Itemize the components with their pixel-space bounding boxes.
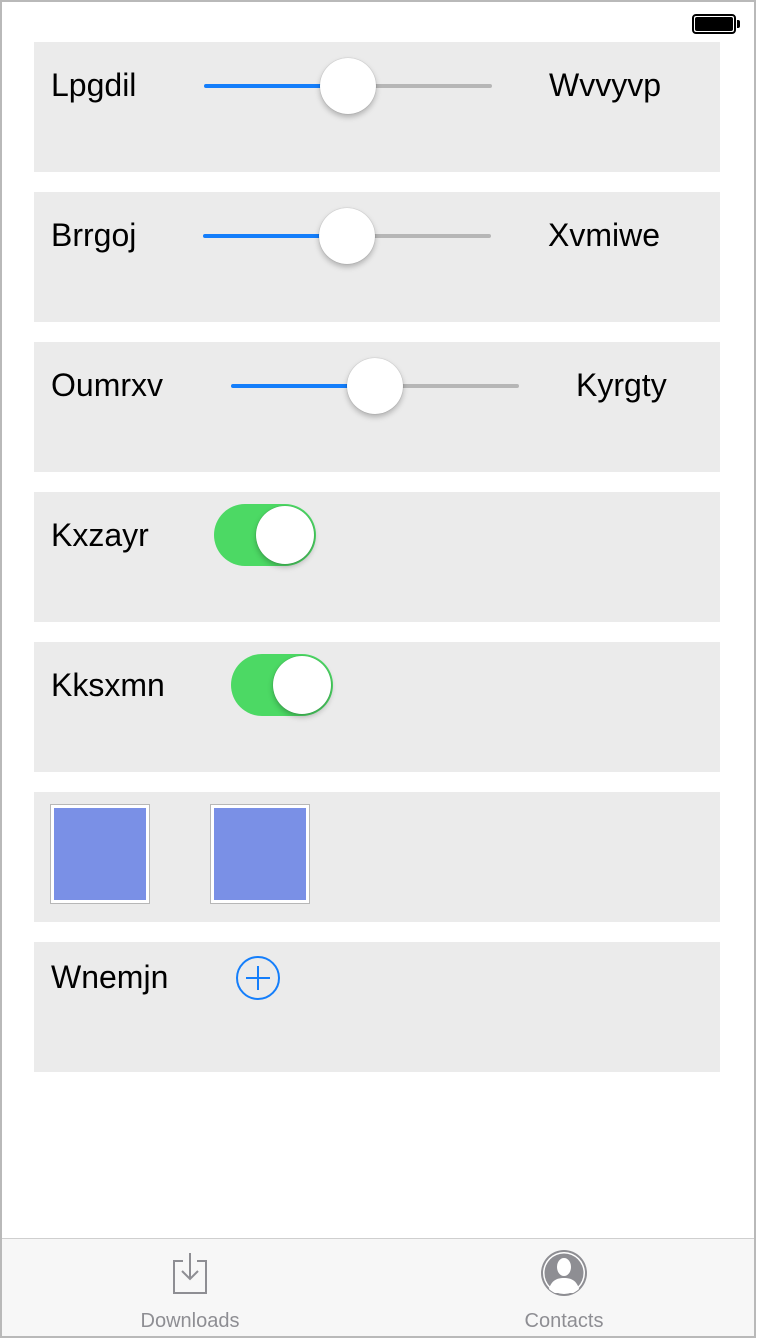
tab-label: Contacts: [524, 1310, 604, 1332]
slider-max-label: Xvmiwe: [548, 217, 661, 253]
slider-min-label: Oumrxv: [51, 367, 163, 403]
download-tray-icon: [166, 1249, 214, 1297]
slider-thumb[interactable]: [319, 208, 375, 264]
toggle-row-1: Kxzayr: [34, 492, 720, 622]
slider-3[interactable]: [231, 356, 519, 416]
toggle-switch[interactable]: [231, 654, 333, 716]
tab-bar: Downloads Contacts: [2, 1238, 754, 1336]
plus-circle-icon[interactable]: [234, 954, 282, 1002]
person-circle-icon: [540, 1249, 588, 1297]
tab-contacts[interactable]: Contacts: [464, 1239, 664, 1336]
slider-2[interactable]: [203, 206, 491, 266]
tab-label: Downloads: [140, 1310, 240, 1332]
swatch-row: [34, 792, 720, 922]
slider-thumb[interactable]: [347, 358, 403, 414]
slider-min-label: Brrgoj: [51, 217, 137, 253]
slider-row-1: Lpgdil Wvvyvp: [34, 42, 720, 172]
slider-thumb[interactable]: [320, 58, 376, 114]
toggle-knob: [273, 656, 331, 714]
toggle-row-2: Kksxmn: [34, 642, 720, 772]
toggle-label: Kxzayr: [51, 517, 149, 553]
add-row: Wnemjn: [34, 942, 720, 1072]
toggle-switch[interactable]: [214, 504, 316, 566]
add-label: Wnemjn: [51, 959, 169, 995]
app-frame: Lpgdil Wvvyvp Brrgoj Xvmiwe Oumrxv Kyrgt…: [0, 0, 756, 1338]
slider-row-2: Brrgoj Xvmiwe: [34, 192, 720, 322]
battery-icon: [692, 14, 740, 34]
slider-1[interactable]: [204, 56, 492, 116]
slider-max-label: Kyrgty: [576, 367, 667, 403]
tab-downloads[interactable]: Downloads: [90, 1239, 290, 1336]
color-swatch[interactable]: [210, 804, 310, 904]
slider-max-label: Wvvyvp: [549, 67, 661, 103]
toggle-knob: [256, 506, 314, 564]
color-swatch[interactable]: [50, 804, 150, 904]
toggle-label: Kksxmn: [51, 667, 165, 703]
slider-row-3: Oumrxv Kyrgty: [34, 342, 720, 472]
slider-min-label: Lpgdil: [51, 67, 137, 103]
